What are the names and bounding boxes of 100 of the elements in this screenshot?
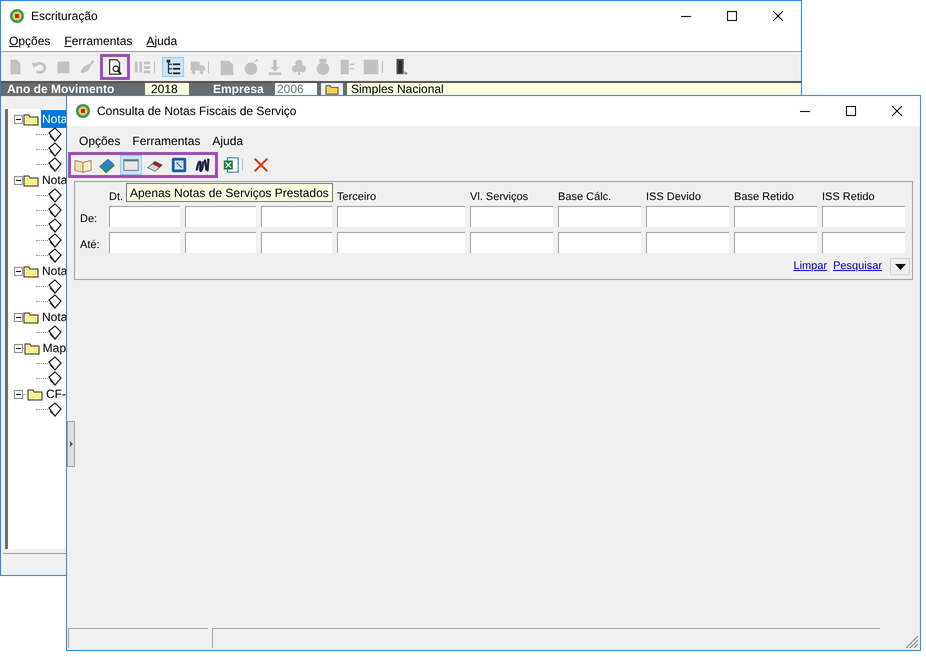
document-icon[interactable] — [48, 203, 62, 218]
column-header: Terceiro — [337, 190, 376, 202]
book-icon — [98, 156, 116, 174]
input-field[interactable] — [646, 206, 729, 227]
menu-item[interactable]: Ajuda — [146, 32, 178, 50]
input-field[interactable] — [337, 206, 465, 227]
tree-item[interactable]: Map — [42, 339, 67, 357]
toolbar-button[interactable] — [162, 56, 184, 76]
close-icon — [773, 11, 783, 21]
close-icon — [892, 106, 902, 116]
tree-item[interactable]: Nota — [41, 110, 67, 128]
input-field[interactable] — [734, 206, 817, 227]
menu-item[interactable]: Opções — [9, 32, 50, 50]
collapse-toggle[interactable] — [14, 114, 23, 124]
input-field[interactable] — [646, 232, 729, 253]
menu-item[interactable]: Ferramentas — [132, 132, 200, 150]
window-title: Consulta de Notas Fiscais de Serviço — [97, 103, 296, 120]
app-icon — [75, 103, 91, 119]
collapse-toggle[interactable] — [14, 266, 23, 276]
input-field[interactable] — [109, 232, 180, 253]
collapse-toggle[interactable] — [14, 344, 23, 352]
document-icon[interactable] — [48, 356, 62, 371]
input-field[interactable] — [558, 232, 641, 253]
document-icon[interactable] — [48, 402, 62, 417]
collapse-toggle[interactable] — [14, 312, 23, 322]
dropdown-button[interactable] — [890, 258, 910, 275]
folder-icon — [27, 388, 43, 400]
menu-item[interactable]: Ajuda — [212, 132, 244, 150]
row-label: Até: — [80, 238, 100, 253]
document-icon[interactable] — [48, 371, 62, 386]
link[interactable]: Limpar — [793, 258, 828, 275]
input-field[interactable] — [185, 232, 256, 253]
minimize-icon — [800, 110, 810, 112]
document-icon[interactable] — [48, 294, 62, 309]
tree-item[interactable]: Nota — [41, 308, 67, 326]
caret-icon — [894, 264, 906, 270]
document-icon[interactable] — [48, 188, 62, 203]
open-folder-button[interactable] — [321, 83, 343, 96]
column-header: Dt. — [109, 190, 124, 202]
expand-icon — [70, 441, 72, 447]
minus-icon — [16, 118, 21, 120]
preview-icon — [106, 58, 124, 76]
folder-icon — [23, 112, 39, 126]
document-icon[interactable] — [48, 142, 62, 157]
folder-icon — [24, 342, 40, 354]
input-field[interactable] — [822, 232, 905, 253]
menu-item[interactable]: Ferramentas — [64, 32, 132, 50]
column-header: Base Cálc. — [558, 190, 612, 202]
minus-icon — [16, 270, 21, 272]
column-header: ISS Devido — [646, 190, 702, 202]
input-field[interactable] — [470, 232, 553, 253]
document-icon[interactable] — [48, 127, 62, 142]
input-field[interactable] — [109, 206, 180, 227]
input-field[interactable] — [470, 206, 553, 227]
menu-item[interactable]: Opções — [79, 132, 120, 150]
row-label: De: — [80, 212, 98, 227]
splitter-handle[interactable] — [67, 421, 75, 467]
column-header: Base Retido — [734, 190, 794, 202]
document-icon[interactable] — [48, 233, 62, 248]
window-title: Escrituração — [31, 8, 98, 25]
window-icon — [122, 156, 140, 174]
document-icon[interactable] — [48, 157, 62, 172]
column-header: Vl. Serviços — [470, 190, 528, 202]
document-icon[interactable] — [48, 325, 62, 340]
resize-grip-icon[interactable] — [906, 636, 918, 648]
input-field[interactable] — [185, 206, 256, 227]
link[interactable]: Pesquisar — [833, 258, 882, 275]
tooltip: Apenas Notas de Serviços Prestados — [126, 183, 333, 202]
spreadsheet-icon — [222, 156, 240, 174]
close-icon — [252, 156, 270, 174]
document-icon[interactable] — [48, 218, 62, 233]
company-code-field[interactable]: 2006 — [275, 83, 317, 96]
tree-item[interactable]: Nota — [41, 262, 67, 280]
maximize-icon — [846, 106, 856, 116]
document-icon[interactable] — [48, 279, 62, 294]
input-field[interactable] — [822, 206, 905, 227]
scribble-icon — [194, 156, 212, 174]
maximize-icon — [727, 11, 737, 21]
collapse-toggle[interactable] — [14, 390, 23, 398]
collapse-toggle[interactable] — [14, 176, 23, 184]
year-label: Ano de Movimento — [7, 83, 116, 96]
folder-icon — [23, 174, 39, 186]
tree-item[interactable]: CF- — [45, 385, 67, 403]
input-field[interactable] — [337, 232, 465, 253]
folder-icon — [23, 310, 39, 324]
tree-icon — [164, 58, 182, 76]
year-field[interactable]: 2018 — [145, 83, 189, 96]
company-label: Empresa — [212, 83, 265, 96]
regime-field[interactable]: Simples Nacional — [347, 83, 801, 96]
input-field[interactable] — [558, 206, 641, 227]
minus-icon — [16, 316, 21, 318]
picture-frame-icon — [170, 156, 188, 174]
app-icon — [9, 8, 25, 24]
column-header: ISS Retido — [822, 190, 875, 202]
input-field[interactable] — [261, 232, 332, 253]
input-field[interactable] — [261, 206, 332, 227]
tree-item[interactable]: Nota — [41, 171, 67, 189]
document-icon[interactable] — [48, 248, 62, 263]
folder-icon — [23, 264, 39, 278]
input-field[interactable] — [734, 232, 817, 253]
